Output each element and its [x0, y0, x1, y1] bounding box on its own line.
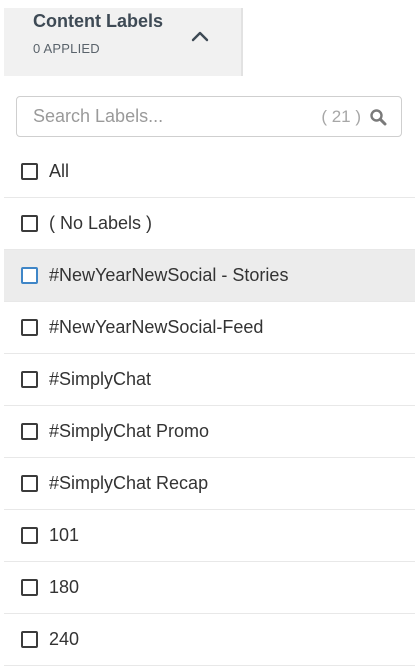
label-text: All	[49, 161, 70, 181]
checkbox[interactable]	[21, 319, 38, 336]
label-text: #NewYearNewSocial-Feed	[49, 317, 264, 337]
checkbox[interactable]	[21, 163, 38, 180]
label-item-101[interactable]: 101	[4, 510, 415, 562]
label-text: #SimplyChat Recap	[49, 473, 209, 493]
search-icon[interactable]	[369, 108, 387, 126]
label-item-240[interactable]: 240	[4, 614, 415, 666]
label-text: ( No Labels )	[49, 213, 153, 233]
label-text: #NewYearNewSocial - Stories	[49, 265, 289, 285]
label-text: #SimplyChat	[49, 369, 152, 389]
label-item-180[interactable]: 180	[4, 562, 415, 614]
search-box: ( 21 )	[16, 96, 402, 137]
checkbox[interactable]	[21, 631, 38, 648]
label-item-simplychat-promo[interactable]: #SimplyChat Promo	[4, 406, 415, 458]
label-item-newyearnewsocial-stories[interactable]: #NewYearNewSocial - Stories	[4, 250, 415, 302]
label-item-simplychat-recap[interactable]: #SimplyChat Recap	[4, 458, 415, 510]
applied-count: 0 APPLIED	[33, 41, 100, 56]
label-item-newyearnewsocial-feed[interactable]: #NewYearNewSocial-Feed	[4, 302, 415, 354]
label-item-simplychat[interactable]: #SimplyChat	[4, 354, 415, 406]
content-labels-title: Content Labels	[33, 11, 164, 31]
content-labels-tab[interactable]: Content Labels 0 APPLIED	[4, 8, 243, 76]
checkbox[interactable]	[21, 371, 38, 388]
checkbox[interactable]	[21, 423, 38, 440]
search-count: ( 21 )	[321, 107, 361, 126]
checkbox[interactable]	[21, 215, 38, 232]
label-text: 180	[49, 577, 80, 597]
search-input[interactable]	[33, 97, 313, 136]
label-list: All ( No Labels ) #NewYearNewSocial - St…	[4, 146, 415, 666]
label-item-all[interactable]: All	[4, 146, 415, 198]
label-text: 240	[49, 629, 80, 649]
checkbox[interactable]	[21, 527, 38, 544]
label-text: 101	[49, 525, 80, 545]
label-item-no-labels[interactable]: ( No Labels )	[4, 198, 415, 250]
checkbox[interactable]	[21, 267, 38, 284]
checkbox[interactable]	[21, 475, 38, 492]
checkbox[interactable]	[21, 579, 38, 596]
label-text: #SimplyChat Promo	[49, 421, 210, 441]
chevron-up-icon[interactable]	[188, 24, 212, 48]
